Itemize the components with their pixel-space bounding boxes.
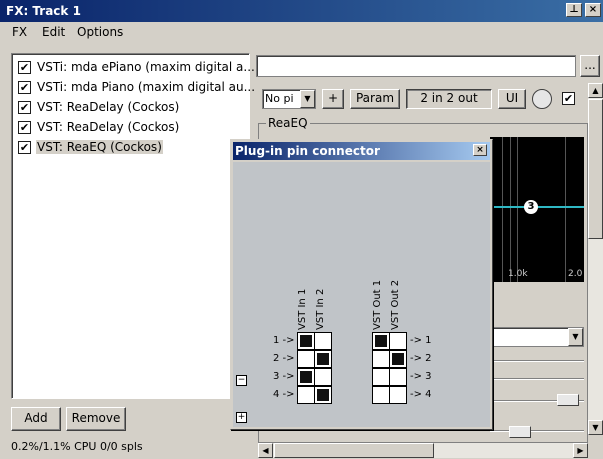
fx-chain-list[interactable]: ✔ VSTi: mda ePiano (maxim digital a... ✔…: [11, 53, 255, 399]
fx-enable-checkbox[interactable]: ✔: [18, 100, 31, 114]
add-pin-button[interactable]: +: [236, 412, 247, 423]
fx-list-item[interactable]: ✔ VST: ReaDelay (Cockos): [18, 98, 180, 116]
slider-thumb[interactable]: [509, 426, 531, 438]
menu-edit[interactable]: Edit: [42, 25, 65, 39]
param-button[interactable]: Param: [350, 89, 400, 109]
scroll-left-icon[interactable]: ◀: [258, 443, 273, 458]
scroll-up-icon[interactable]: ▲: [588, 83, 603, 98]
input-row-label: 1 ->: [273, 335, 295, 346]
preset-select[interactable]: No pi ▼: [262, 89, 316, 109]
vertical-scrollbar[interactable]: ▲ ▼: [588, 83, 603, 435]
eq-gridline: [565, 137, 566, 282]
preset-select-value: No pi: [265, 92, 294, 105]
bypass-checkbox[interactable]: ✔: [562, 92, 575, 105]
freq-label: 1.0k: [508, 269, 528, 279]
band-type-select[interactable]: ▼: [490, 327, 584, 347]
pin-cell[interactable]: [372, 350, 390, 368]
slider-track: [490, 360, 584, 362]
preset-menu-button[interactable]: ...: [580, 55, 600, 77]
pin-matrix-area: VST In 1 VST In 2 VST Out 1 VST Out 2 1 …: [233, 162, 490, 427]
io-pins-button[interactable]: 2 in 2 out: [406, 89, 492, 109]
pin-cell[interactable]: [297, 332, 315, 350]
plugin-name-label: ReaEQ: [266, 116, 310, 130]
window-titlebar[interactable]: FX: Track 1 ⊥ ×: [0, 0, 603, 22]
pin-connector-title: Plug-in pin connector: [235, 144, 380, 158]
pin-cell[interactable]: [314, 350, 332, 368]
input-row-label: 3 ->: [273, 371, 295, 382]
output-pin-label: VST Out 2: [390, 279, 401, 330]
fx-item-label: VST: ReaDelay (Cockos): [37, 100, 180, 114]
fx-list-item[interactable]: ✔ VSTi: mda ePiano (maxim digital a...: [18, 58, 256, 76]
ui-button[interactable]: UI: [498, 89, 526, 109]
slider-track: [490, 430, 584, 432]
output-row-label: -> 4: [410, 389, 432, 400]
fx-item-label: VST: ReaDelay (Cockos): [37, 120, 180, 134]
pin-cell[interactable]: [297, 350, 315, 368]
pin-icon[interactable]: ⊥: [566, 3, 582, 17]
fx-enable-checkbox[interactable]: ✔: [18, 80, 31, 94]
remove-pin-button[interactable]: −: [236, 375, 247, 386]
fx-enable-checkbox[interactable]: ✔: [18, 60, 31, 74]
fx-list-item-selected[interactable]: ✔ VST: ReaEQ (Cockos): [18, 138, 163, 156]
input-pin-label: VST In 1: [297, 288, 308, 330]
scroll-down-icon[interactable]: ▼: [588, 420, 603, 435]
pin-cell[interactable]: [297, 386, 315, 404]
pin-cell[interactable]: [297, 368, 315, 386]
pin-cell[interactable]: [314, 368, 332, 386]
eq-graph[interactable]: 3 1.0k 2.0: [490, 137, 584, 282]
cpu-status: 0.2%/1.1% CPU 0/0 spls: [11, 440, 143, 453]
fx-item-label: VSTi: mda Piano (maxim digital au...: [37, 80, 256, 94]
eq-gridline: [510, 137, 511, 282]
pin-cell[interactable]: [389, 368, 407, 386]
pin-cell[interactable]: [389, 332, 407, 350]
eq-gridline: [517, 137, 518, 282]
chevron-down-icon[interactable]: ▼: [300, 90, 315, 108]
pin-cell[interactable]: [372, 368, 390, 386]
slider-track: [490, 378, 584, 380]
fx-list-item[interactable]: ✔ VST: ReaDelay (Cockos): [18, 118, 180, 136]
preset-name-input[interactable]: [256, 55, 576, 77]
window-title: FX: Track 1: [6, 4, 81, 18]
fx-enable-checkbox[interactable]: ✔: [18, 120, 31, 134]
fx-item-label: VST: ReaEQ (Cockos): [36, 140, 163, 154]
horizontal-scrollbar[interactable]: ◀ ▶: [258, 443, 588, 458]
close-icon[interactable]: ×: [473, 144, 487, 156]
fx-list-item[interactable]: ✔ VSTi: mda Piano (maxim digital au...: [18, 78, 256, 96]
pin-connector-window[interactable]: Plug-in pin connector × VST In 1 VST In …: [230, 139, 493, 430]
pin-cell[interactable]: [389, 386, 407, 404]
wet-knob-icon[interactable]: [532, 89, 552, 109]
output-row-label: -> 1: [410, 335, 432, 346]
input-pin-label: VST In 2: [315, 288, 326, 330]
input-row-label: 2 ->: [273, 353, 295, 364]
input-row-label: 4 ->: [273, 389, 295, 400]
scrollbar-thumb[interactable]: [588, 99, 603, 239]
menu-fx[interactable]: FX: [12, 25, 27, 39]
chevron-down-icon[interactable]: ▼: [568, 328, 583, 346]
eq-gridline: [502, 137, 503, 282]
pin-connector-titlebar[interactable]: Plug-in pin connector ×: [233, 142, 490, 160]
fx-item-label: VSTi: mda ePiano (maxim digital a...: [37, 60, 255, 74]
remove-fx-button[interactable]: Remove: [66, 407, 126, 431]
output-row-label: -> 2: [410, 353, 432, 364]
scrollbar-thumb[interactable]: [274, 443, 434, 458]
pin-cell[interactable]: [372, 386, 390, 404]
fx-enable-checkbox[interactable]: ✔: [18, 140, 31, 154]
freq-label: 2.0: [568, 269, 583, 279]
menu-bar: FX Edit Options: [0, 22, 603, 42]
output-pin-label: VST Out 1: [372, 279, 383, 330]
scroll-right-icon[interactable]: ▶: [573, 443, 588, 458]
pin-cell[interactable]: [389, 350, 407, 368]
pin-cell[interactable]: [314, 332, 332, 350]
add-preset-button[interactable]: +: [322, 89, 344, 109]
close-window-button[interactable]: ×: [585, 3, 601, 17]
pin-cell[interactable]: [314, 386, 332, 404]
menu-options[interactable]: Options: [77, 25, 123, 39]
output-row-label: -> 3: [410, 371, 432, 382]
pin-cell[interactable]: [372, 332, 390, 350]
slider-thumb[interactable]: [557, 394, 579, 406]
add-fx-button[interactable]: Add: [11, 407, 61, 431]
eq-band-node[interactable]: 3: [524, 200, 538, 214]
